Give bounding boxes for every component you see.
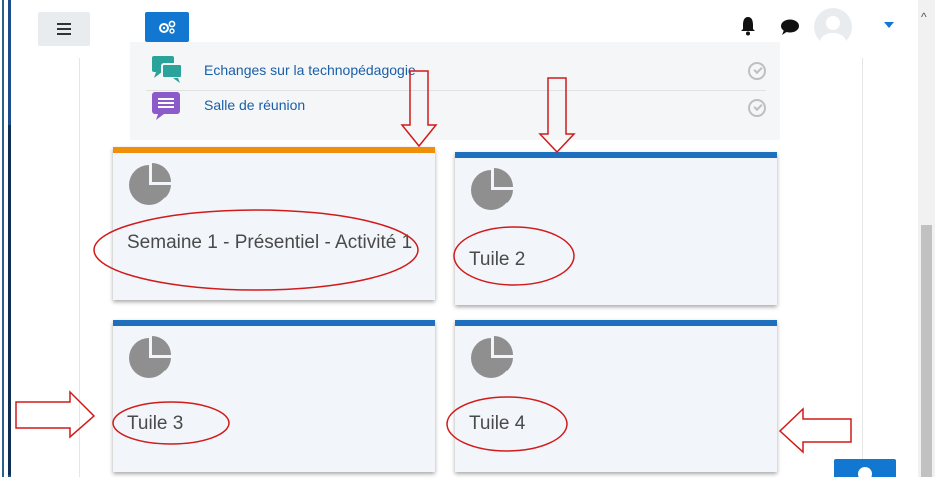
left-window-edge [0,0,14,477]
content-divider-right [862,58,863,477]
tile-title: Semaine 1 - Présentiel - Activité 1 [127,232,413,253]
activity-list: Echanges sur la technopédagogie Salle de… [130,42,780,140]
tile-1[interactable]: Semaine 1 - Présentiel - Activité 1 [113,147,435,300]
menu-toggle-button[interactable] [38,12,90,46]
tile-title: Tuile 3 [127,413,184,434]
tile-2[interactable]: Tuile 2 [455,152,777,305]
pie-chart-icon [129,163,171,205]
activity-item-echanges[interactable]: Echanges sur la technopédagogie [146,50,766,90]
course-settings-button[interactable] [145,12,189,42]
activity-label[interactable]: Salle de réunion [204,97,305,113]
activity-item-salle[interactable]: Salle de réunion [146,90,766,131]
help-button[interactable] [834,459,896,481]
bell-icon[interactable] [740,16,756,36]
avatar[interactable] [814,8,852,46]
pie-chart-icon [129,336,171,378]
completion-check-icon[interactable] [748,62,766,80]
tile-title: Tuile 4 [469,413,526,434]
chevron-up-icon[interactable]: ^ [921,10,927,24]
content-divider-left [79,58,80,477]
user-icon [820,16,846,46]
activity-label[interactable]: Echanges sur la technopédagogie [204,62,416,78]
user-menu-chevron-down-icon[interactable] [884,22,894,28]
forum-icon [152,56,183,83]
hamburger-icon [57,28,71,30]
chat-room-icon [152,92,180,120]
tile-title: Tuile 2 [469,249,526,270]
pie-chart-icon [471,336,513,378]
scrollbar-thumb[interactable] [921,225,932,477]
tile-4[interactable]: Tuile 4 [455,320,777,472]
cogs-icon [159,20,176,34]
pie-chart-icon [471,168,513,210]
tile-3[interactable]: Tuile 3 [113,320,435,472]
page-scrollbar[interactable]: ^ [918,0,935,477]
completion-check-icon[interactable] [748,99,766,117]
chat-bubble-icon[interactable] [780,18,800,36]
